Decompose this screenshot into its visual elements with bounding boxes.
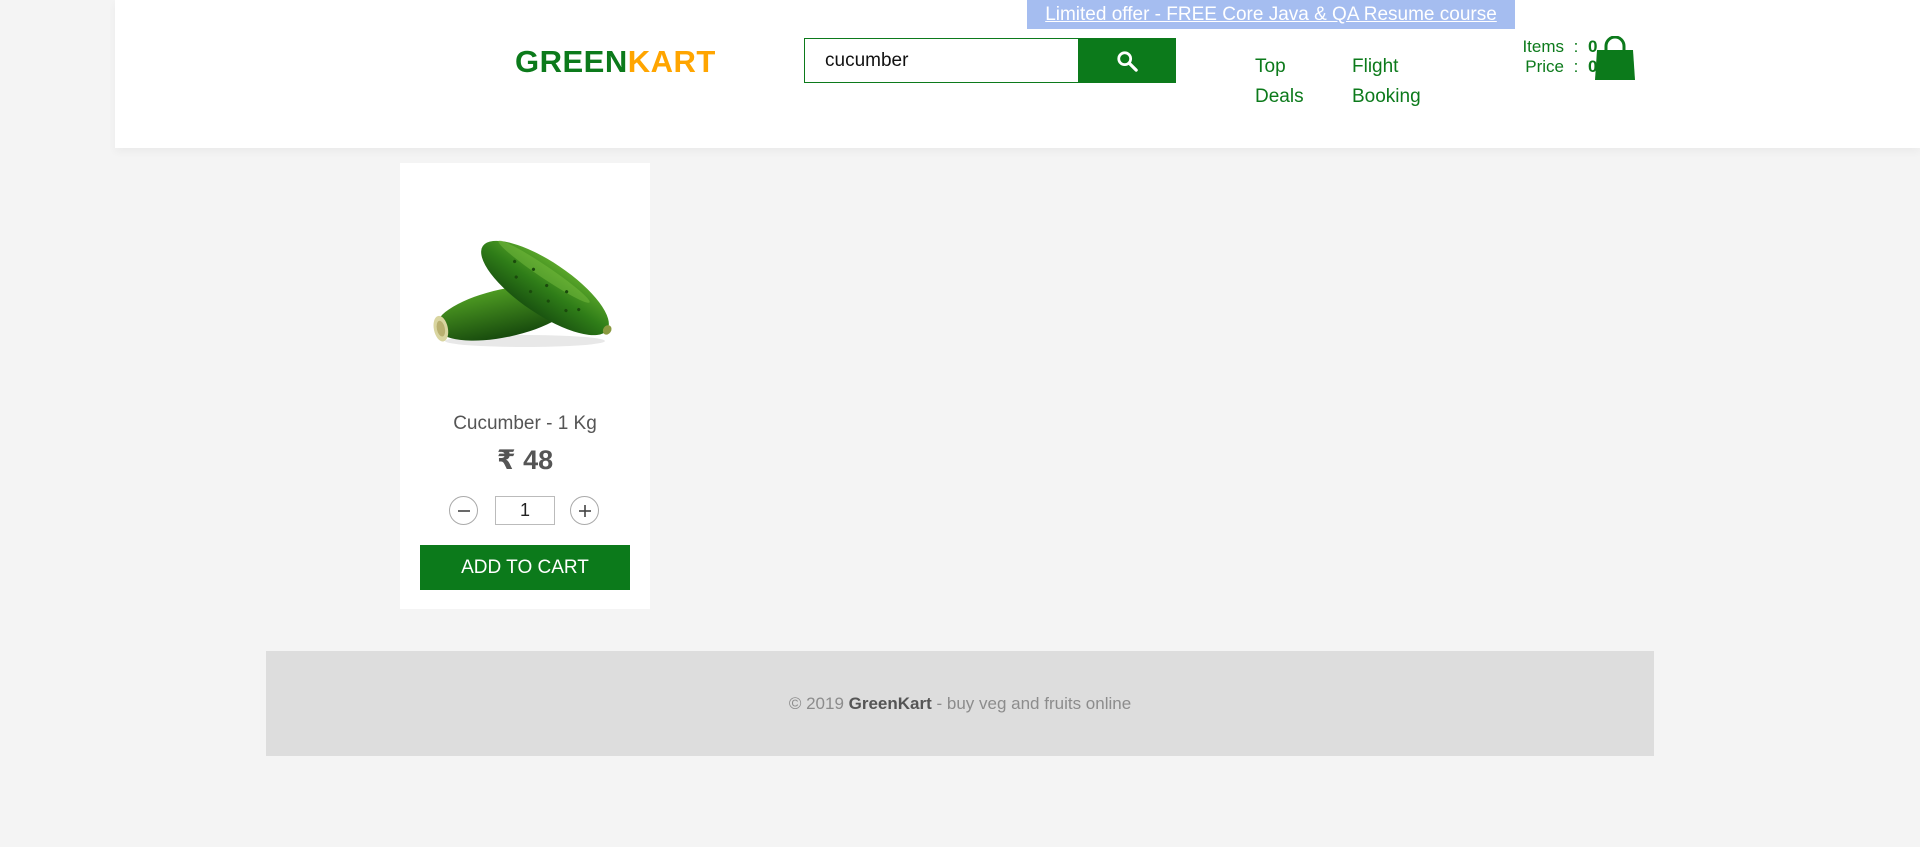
search-icon [1117, 50, 1138, 72]
footer-text: © 2019 GreenKart - buy veg and fruits on… [789, 694, 1131, 714]
promo-link[interactable]: Limited offer - FREE Core Java & QA Resu… [1027, 0, 1515, 29]
product-name: Cucumber - 1 Kg [453, 413, 597, 434]
nav-top-deals-line2: Deals [1255, 86, 1304, 107]
cart-summary: Items : 0 Price : 0 [1492, 37, 1597, 77]
footer: © 2019 GreenKart - buy veg and fruits on… [266, 651, 1654, 756]
search-button[interactable] [1078, 38, 1176, 83]
cart-price-separator: : [1573, 57, 1579, 76]
plus-icon [578, 504, 591, 517]
cucumber-image [433, 240, 612, 347]
cart-items-separator: : [1573, 37, 1579, 56]
quantity-input[interactable] [495, 496, 555, 525]
nav-flight-booking-line1: Flight [1352, 56, 1399, 77]
decrement-button[interactable] [449, 496, 478, 525]
product-card: Cucumber - 1 Kg ₹ 48 ADD TO CART [400, 163, 650, 609]
nav-flight-booking-line2: Booking [1352, 86, 1421, 107]
product-price: ₹ 48 [496, 445, 554, 475]
cart-price-row: Price : 0 [1492, 57, 1597, 77]
search-input[interactable] [804, 38, 1080, 83]
cart-price-label: Price [1525, 57, 1564, 76]
nav-top-deals-line1: Top [1255, 56, 1286, 77]
nav-flight-booking[interactable]: Flight Booking [1352, 52, 1421, 112]
page: GREENKART Top Deals Flight Booking Items… [0, 0, 1920, 847]
nav-top-deals[interactable]: Top Deals [1255, 52, 1304, 112]
footer-prefix: © 2019 [788, 693, 849, 713]
minus-icon [457, 509, 470, 512]
logo-green: GREEN [515, 44, 628, 79]
cart-items-label: Items [1522, 37, 1564, 56]
footer-suffix: - buy veg and fruits online [931, 693, 1132, 713]
logo: GREENKART [515, 44, 716, 80]
header: GREENKART Top Deals Flight Booking Items… [115, 0, 1920, 148]
footer-brand: GreenKart [848, 693, 932, 713]
cart-items-row: Items : 0 [1492, 37, 1597, 57]
add-to-cart-button[interactable]: ADD TO CART [420, 545, 630, 590]
increment-button[interactable] [570, 496, 599, 525]
logo-kart: KART [627, 44, 716, 79]
shopping-bag-icon[interactable] [1593, 36, 1637, 82]
